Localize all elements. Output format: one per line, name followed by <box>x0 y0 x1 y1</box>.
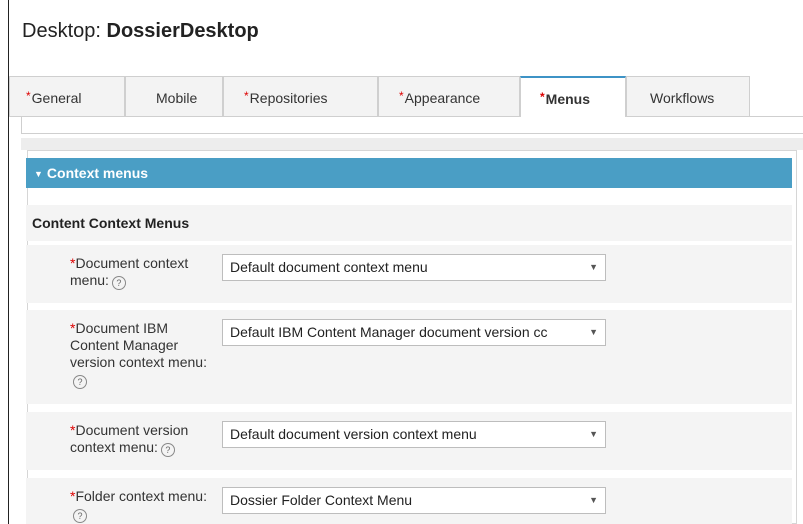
folder-context-menu-select[interactable]: Dossier Folder Context Menu ▼ <box>222 487 606 514</box>
required-marker: * <box>244 89 249 103</box>
required-marker: * <box>399 89 404 103</box>
document-cm-version-context-menu-select[interactable]: Default IBM Content Manager document ver… <box>222 319 606 346</box>
tab-general[interactable]: *General <box>9 76 125 116</box>
tab-label: General <box>31 90 82 106</box>
select-value: Default document version context menu <box>230 426 477 442</box>
chevron-down-icon: ▼ <box>589 327 598 337</box>
section-title: Content Context Menus <box>26 205 792 241</box>
document-version-context-menu-select[interactable]: Default document version context menu ▼ <box>222 421 606 448</box>
page-title-name: DossierDesktop <box>106 20 259 42</box>
tab-label: Appearance <box>404 90 481 106</box>
tab-bar: *General Mobile *Repositories *Appearanc… <box>9 76 803 117</box>
select-value: Dossier Folder Context Menu <box>230 492 413 508</box>
chevron-down-icon: ▼ <box>589 262 598 272</box>
field-row-document-version-context-menu: *Document version context menu:? Default… <box>26 412 792 470</box>
help-icon[interactable]: ? <box>111 276 126 290</box>
tab-label: Menus <box>545 91 591 107</box>
previous-panel-edge <box>21 117 803 134</box>
page-title-prefix: Desktop: <box>22 20 101 42</box>
panel-title: Context menus <box>46 165 149 181</box>
required-marker: * <box>26 89 31 103</box>
tab-label: Workflows <box>650 90 715 106</box>
tab-repositories[interactable]: *Repositories <box>223 76 378 116</box>
tab-workflows[interactable]: Workflows <box>626 76 750 116</box>
tab-label: Mobile <box>156 90 198 106</box>
tab-appearance[interactable]: *Appearance <box>378 76 520 116</box>
chevron-down-icon: ▼ <box>589 429 598 439</box>
select-value: Default IBM Content Manager document ver… <box>230 324 548 340</box>
tab-label: Repositories <box>249 90 328 106</box>
help-icon[interactable]: ? <box>73 509 87 523</box>
field-label: *Document version context menu:? <box>70 422 215 457</box>
tab-menus[interactable]: *Menus <box>520 76 626 117</box>
field-label: *Folder context menu:? <box>70 488 215 523</box>
required-marker: * <box>540 90 545 104</box>
chevron-down-icon: ▼ <box>589 495 598 505</box>
field-label: *Document context menu:? <box>70 255 215 290</box>
content-divider <box>21 138 803 150</box>
field-label: *Document IBM Content Manager version co… <box>70 320 215 389</box>
context-menus-header[interactable]: ▼ Context menus <box>26 158 792 188</box>
field-label-text: Document context menu: <box>70 255 189 288</box>
collapse-chevron-icon: ▼ <box>34 169 43 179</box>
help-icon[interactable]: ? <box>73 375 87 389</box>
field-label-text: Folder context menu: <box>75 488 207 504</box>
tab-mobile[interactable]: Mobile <box>125 76 223 116</box>
page-title: Desktop: DossierDesktop <box>22 20 259 43</box>
field-label-text: Document IBM Content Manager version con… <box>70 320 207 370</box>
document-context-menu-select[interactable]: Default document context menu ▼ <box>222 254 606 281</box>
select-value: Default document context menu <box>230 259 428 275</box>
field-row-document-context-menu: *Document context menu:? Default documen… <box>26 245 792 303</box>
field-row-folder-context-menu: *Folder context menu:? Dossier Folder Co… <box>26 478 792 524</box>
field-row-document-cm-version-context-menu: *Document IBM Content Manager version co… <box>26 310 792 404</box>
help-icon[interactable]: ? <box>160 443 175 457</box>
